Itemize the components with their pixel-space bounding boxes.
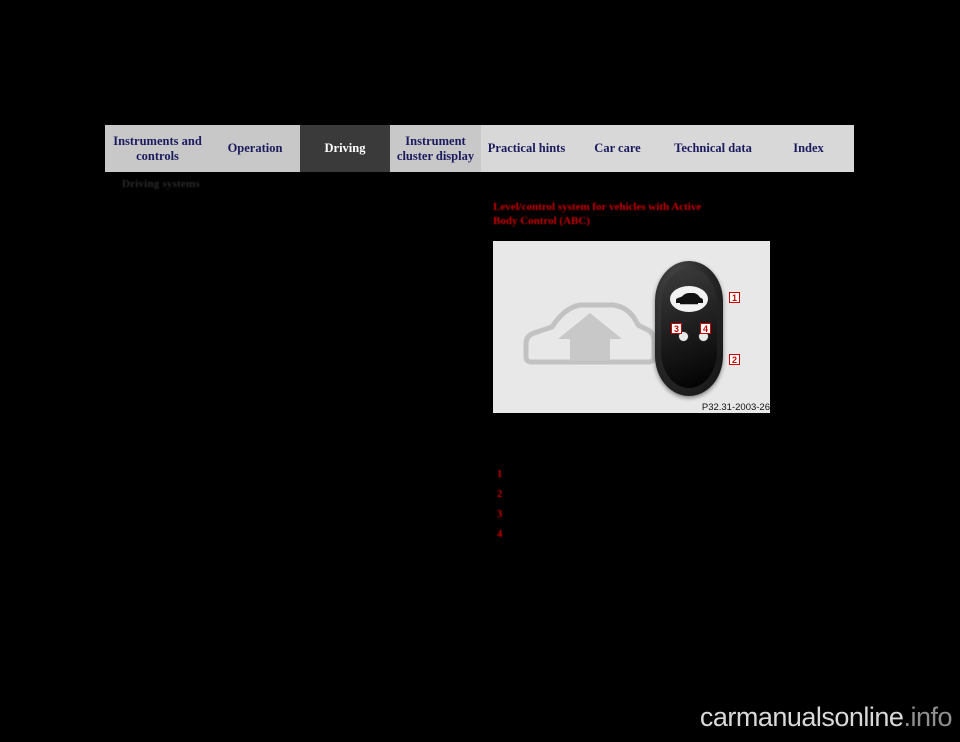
page-sheet: Instruments and controls Operation Drivi…	[0, 0, 960, 700]
site-watermark: carmanualsonline.info	[699, 702, 953, 733]
tab-label: Instrument cluster display	[396, 133, 475, 163]
car-symbol-glyph	[676, 293, 703, 305]
watermark-brand: carmanuals	[699, 702, 835, 732]
tab-instrument-cluster-display[interactable]: Instrument cluster display	[390, 125, 481, 172]
tab-label: Index	[793, 141, 824, 155]
car-outline-icon	[523, 302, 657, 365]
tab-driving[interactable]: Driving	[300, 125, 390, 172]
tab-label: Technical data	[674, 141, 752, 155]
tab-instruments-and-controls[interactable]: Instruments and controls	[105, 125, 210, 172]
tab-operation[interactable]: Operation	[210, 125, 300, 172]
tab-label: Driving	[324, 141, 366, 155]
tab-label: Instruments and controls	[113, 133, 202, 163]
callout-2: 2	[729, 354, 740, 365]
figure-caption: P32.31-2003-26	[701, 402, 770, 413]
right-column: Level/control system for vehicles with A…	[493, 200, 773, 228]
legend-item-4: 4	[497, 529, 503, 540]
tab-label: Practical hints	[487, 141, 566, 155]
tab-index[interactable]: Index	[763, 125, 854, 172]
left-column: Driving systems	[122, 178, 452, 190]
chapter-tab-bar: Instruments and controls Operation Drivi…	[105, 125, 854, 172]
legend-item-3: 3	[497, 509, 503, 520]
figure-abc-level-control-switch: 1 2 3 4	[493, 241, 770, 413]
tab-label: Car care	[594, 141, 641, 155]
callout-4: 4	[700, 323, 711, 334]
abc-switch[interactable]	[655, 261, 723, 396]
figure-legend-list: 1 2 3 4	[497, 469, 777, 549]
switch-car-symbol-icon	[670, 286, 708, 312]
tab-car-care[interactable]: Car care	[572, 125, 663, 172]
tab-technical-data[interactable]: Technical data	[663, 125, 763, 172]
tab-practical-hints[interactable]: Practical hints	[481, 125, 572, 172]
legend-item-1: 1	[497, 469, 503, 480]
tab-label: Operation	[227, 141, 283, 155]
callout-3: 3	[671, 323, 682, 334]
watermark-tld: .info	[903, 702, 952, 732]
section-running-head: Driving systems	[122, 178, 200, 190]
figure-heading: Level/control system for vehicles with A…	[493, 201, 702, 227]
watermark-suffix: online	[834, 702, 904, 732]
legend-item-2: 2	[497, 489, 503, 500]
callout-1: 1	[729, 292, 740, 303]
